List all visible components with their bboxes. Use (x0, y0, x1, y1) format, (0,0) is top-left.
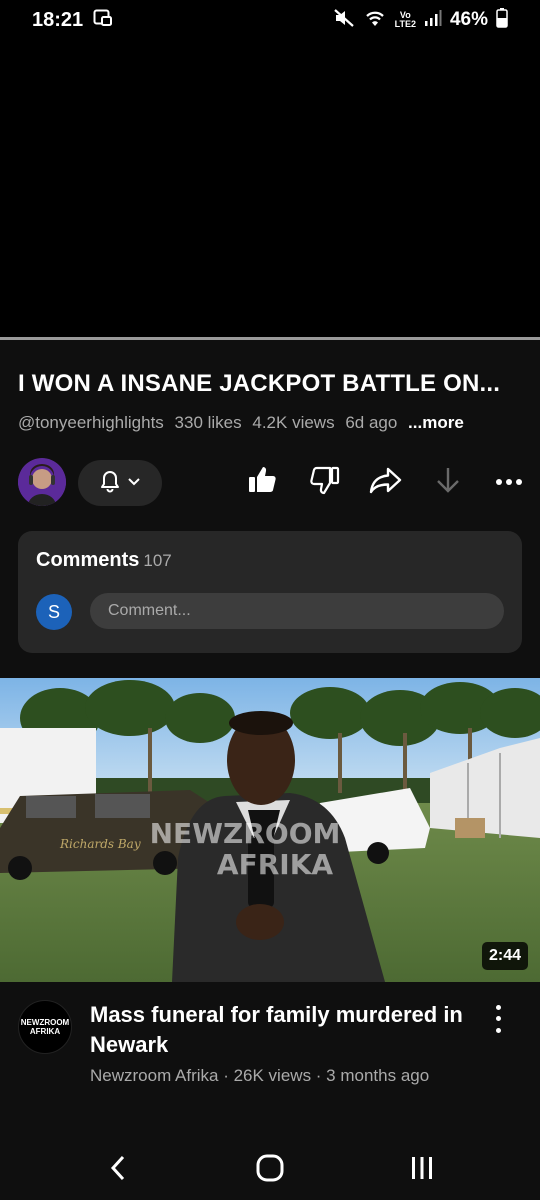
back-icon (108, 1154, 128, 1187)
back-button[interactable] (96, 1150, 140, 1190)
status-bar: 18:21 Vo LTE2 46% (0, 0, 540, 40)
volte-indicator: Vo LTE2 (395, 11, 416, 29)
video-title[interactable]: I WON A INSANE JACKPOT BATTLE ON... (18, 370, 528, 398)
dislike-button[interactable] (305, 462, 345, 502)
more-actions-button[interactable] (489, 462, 529, 502)
recommended-menu-button[interactable] (484, 1002, 512, 1036)
wifi-icon (363, 8, 387, 33)
mute-icon (333, 8, 355, 33)
user-avatar: S (36, 594, 72, 630)
comments-label: Comments (36, 549, 140, 571)
upload-age: 6d ago (345, 413, 398, 432)
chevron-down-icon (127, 474, 141, 492)
comment-input[interactable]: Comment... (90, 593, 504, 629)
battery-icon (496, 7, 508, 33)
more-link[interactable]: ...more (408, 413, 464, 432)
battery-percent: 46% (449, 9, 488, 30)
recents-button[interactable] (400, 1150, 444, 1190)
like-icon (246, 464, 278, 501)
like-button[interactable] (242, 462, 282, 502)
share-button[interactable] (366, 462, 406, 502)
status-time: 18:21 (32, 8, 84, 31)
download-icon (434, 465, 462, 500)
thumbnail-image: Richards Bay NEWZROOM AFRIKA (0, 678, 540, 982)
more-icon (495, 473, 523, 491)
channel-handle[interactable]: @tonyeerhighlights (18, 413, 164, 432)
home-button[interactable] (248, 1150, 292, 1190)
dislike-icon (309, 464, 341, 501)
van-text: Richards Bay (59, 837, 141, 851)
download-button[interactable] (428, 462, 468, 502)
likes-count: 330 likes (174, 413, 242, 432)
home-icon (255, 1153, 285, 1188)
bell-icon (99, 469, 121, 498)
recommended-title[interactable]: Mass funeral for family murdered in Newa… (90, 1000, 470, 1060)
subscribe-bell-button[interactable] (78, 460, 162, 506)
menu-dot (495, 1016, 501, 1022)
comments-card[interactable]: Comments 107 S Comment... (18, 531, 522, 653)
video-player[interactable] (0, 40, 540, 340)
progress-bar[interactable] (0, 337, 540, 340)
channel-avatar[interactable] (18, 458, 66, 506)
comments-header: Comments 107 (36, 549, 172, 572)
duration-badge: 2:44 (481, 942, 528, 970)
watermark-top: NEWZROOM (150, 817, 341, 850)
recommended-thumbnail[interactable]: Richards Bay NEWZROOM AFRIKA 2:44 (0, 678, 540, 982)
screen-mirror-icon (93, 9, 113, 32)
video-meta[interactable]: @tonyeerhighlights 330 likes 4.2K views … (18, 413, 470, 433)
recommended-meta: Newzroom Afrika · 26K views · 3 months a… (90, 1066, 430, 1085)
signal-icon (424, 9, 442, 32)
comments-count: 107 (143, 551, 172, 570)
menu-dot (495, 1027, 501, 1033)
recents-icon (409, 1155, 435, 1186)
share-icon (369, 465, 403, 500)
watermark-bottom: AFRIKA (217, 848, 333, 881)
system-nav-bar (0, 1140, 540, 1200)
views-count: 4.2K views (252, 413, 335, 432)
volte-bottom: LTE2 (394, 19, 416, 29)
recommended-channel-avatar[interactable]: NEWZROOM AFRIKA (18, 1000, 72, 1054)
menu-dot (495, 1005, 501, 1011)
